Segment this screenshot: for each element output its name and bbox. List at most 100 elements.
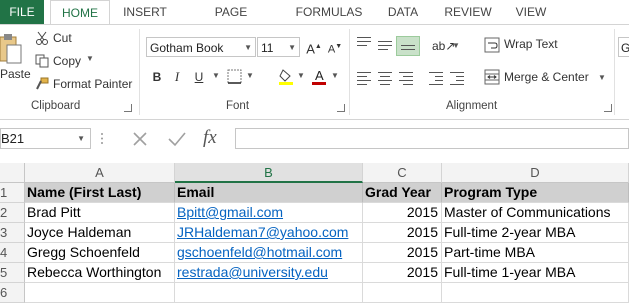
cell-c5[interactable]: 2015: [363, 263, 442, 283]
borders-icon[interactable]: [227, 69, 243, 85]
group-separator: [614, 29, 615, 115]
format-painter-icon[interactable]: [35, 77, 49, 91]
column-header-a[interactable]: A: [25, 163, 175, 183]
alignment-launcher-icon[interactable]: [604, 104, 612, 112]
tab-file[interactable]: FILE: [0, 0, 44, 24]
name-box[interactable]: B21 ▼: [0, 128, 91, 149]
number-format-value: G: [621, 41, 629, 55]
tab-view[interactable]: VIEW: [513, 0, 549, 24]
cell-c3[interactable]: 2015: [363, 223, 442, 243]
fill-color-dropdown-icon[interactable]: ▼: [297, 71, 305, 80]
fill-color-icon[interactable]: [279, 68, 295, 86]
orientation-icon[interactable]: ab↗: [432, 37, 455, 55]
row-header-4[interactable]: 4: [0, 243, 25, 263]
middle-align-icon[interactable]: [378, 41, 392, 53]
number-format-select[interactable]: G: [618, 37, 629, 57]
cut-button[interactable]: Cut: [53, 31, 72, 45]
cell-d5[interactable]: Full-time 1-year MBA: [442, 263, 629, 283]
tab-formulas[interactable]: FORMULAS: [295, 0, 363, 24]
svg-text:A: A: [315, 68, 324, 83]
cell-d1[interactable]: Program Type: [442, 183, 629, 203]
merge-center-button[interactable]: Merge & Center: [504, 70, 589, 84]
enter-icon[interactable]: [167, 130, 187, 148]
tab-review[interactable]: REVIEW: [444, 0, 492, 24]
grow-font-button[interactable]: A▲: [305, 38, 323, 56]
ribbon-home: Paste Cut Copy ▼ Format Painter Clipboar…: [0, 24, 629, 120]
formula-bar-grip-icon[interactable]: [100, 131, 104, 146]
chevron-down-icon: ▼: [244, 43, 252, 52]
font-group-label: Font: [226, 100, 250, 112]
underline-button[interactable]: U: [190, 68, 208, 86]
tab-data[interactable]: DATA: [383, 0, 423, 24]
cancel-icon[interactable]: [131, 130, 149, 148]
increase-indent-icon[interactable]: [450, 72, 464, 88]
copy-icon[interactable]: [35, 54, 49, 68]
wrap-text-icon[interactable]: [484, 37, 500, 53]
cell-a6[interactable]: [25, 283, 175, 303]
copy-button[interactable]: Copy: [53, 54, 81, 68]
copy-dropdown-icon[interactable]: ▼: [86, 54, 94, 63]
cell-d6[interactable]: [442, 283, 629, 303]
orientation-dropdown-icon[interactable]: ▼: [452, 41, 460, 50]
shrink-font-button[interactable]: A▼: [326, 38, 344, 56]
bottom-align-icon: [401, 45, 415, 53]
font-name-select[interactable]: Gotham Book ▼: [146, 37, 256, 57]
bold-button[interactable]: B: [148, 68, 166, 86]
font-launcher-icon[interactable]: [337, 104, 345, 112]
group-separator: [349, 29, 350, 115]
cell-d3[interactable]: Full-time 2-year MBA: [442, 223, 629, 243]
cell-b6[interactable]: [175, 283, 363, 303]
cell-b4[interactable]: gschoenfeld@hotmail.com: [175, 243, 363, 263]
wrap-text-button[interactable]: Wrap Text: [504, 37, 558, 51]
cell-b2[interactable]: Bpitt@gmail.com: [175, 203, 363, 223]
cell-b1[interactable]: Email: [175, 183, 363, 203]
select-all-corner[interactable]: [0, 163, 25, 183]
clipboard-launcher-icon[interactable]: [124, 104, 132, 112]
font-size-select[interactable]: 11 ▼: [257, 37, 300, 57]
cell-d4[interactable]: Part-time MBA: [442, 243, 629, 263]
row-header-3[interactable]: 3: [0, 223, 25, 243]
top-align-icon[interactable]: [357, 37, 371, 49]
paste-icon[interactable]: [0, 33, 24, 67]
font-color-dropdown-icon[interactable]: ▼: [331, 71, 339, 80]
cell-c1[interactable]: Grad Year: [363, 183, 442, 203]
merge-dropdown-icon[interactable]: ▼: [598, 73, 606, 82]
bottom-align-button[interactable]: [396, 36, 420, 56]
column-header-c[interactable]: C: [363, 163, 442, 183]
cell-a5[interactable]: Rebecca Worthington: [25, 263, 175, 283]
cell-c6[interactable]: [363, 283, 442, 303]
underline-dropdown-icon[interactable]: ▼: [212, 71, 220, 80]
cell-a1[interactable]: Name (First Last): [25, 183, 175, 203]
merge-center-icon[interactable]: [484, 69, 500, 85]
row-header-5[interactable]: 5: [0, 263, 25, 283]
cell-b5[interactable]: restrada@university.edu: [175, 263, 363, 283]
cell-a4[interactable]: Gregg Schoenfeld: [25, 243, 175, 263]
decrease-indent-icon[interactable]: [429, 72, 443, 88]
row-header-2[interactable]: 2: [0, 203, 25, 223]
cell-d2[interactable]: Master of Communications: [442, 203, 629, 223]
italic-button[interactable]: I: [168, 68, 186, 86]
cell-a3[interactable]: Joyce Haldeman: [25, 223, 175, 243]
format-painter-button[interactable]: Format Painter: [53, 77, 132, 91]
borders-dropdown-icon[interactable]: ▼: [246, 71, 254, 80]
tab-insert[interactable]: INSERT: [121, 0, 169, 24]
cell-c2[interactable]: 2015: [363, 203, 442, 223]
tab-home[interactable]: HOME: [50, 0, 110, 25]
formula-input[interactable]: [235, 128, 629, 149]
row-header-1[interactable]: 1: [0, 183, 25, 203]
scissors-icon[interactable]: [35, 31, 49, 45]
column-header-d[interactable]: D: [442, 163, 629, 183]
paste-button[interactable]: Paste: [0, 67, 31, 81]
cell-a2[interactable]: Brad Pitt: [25, 203, 175, 223]
tab-page-layout[interactable]: PAGE LAYOUT: [190, 0, 272, 43]
cell-b3[interactable]: JRHaldeman7@yahoo.com: [175, 223, 363, 243]
insert-function-button[interactable]: fx: [203, 127, 227, 149]
align-left-icon[interactable]: [357, 72, 371, 88]
font-color-icon[interactable]: A: [312, 68, 328, 86]
cell-c4[interactable]: 2015: [363, 243, 442, 263]
row-header-6[interactable]: 6: [0, 283, 25, 303]
name-box-value: B21: [1, 131, 25, 146]
align-right-icon[interactable]: [399, 72, 413, 88]
column-header-b[interactable]: B: [175, 163, 363, 183]
align-center-icon[interactable]: [378, 72, 392, 88]
